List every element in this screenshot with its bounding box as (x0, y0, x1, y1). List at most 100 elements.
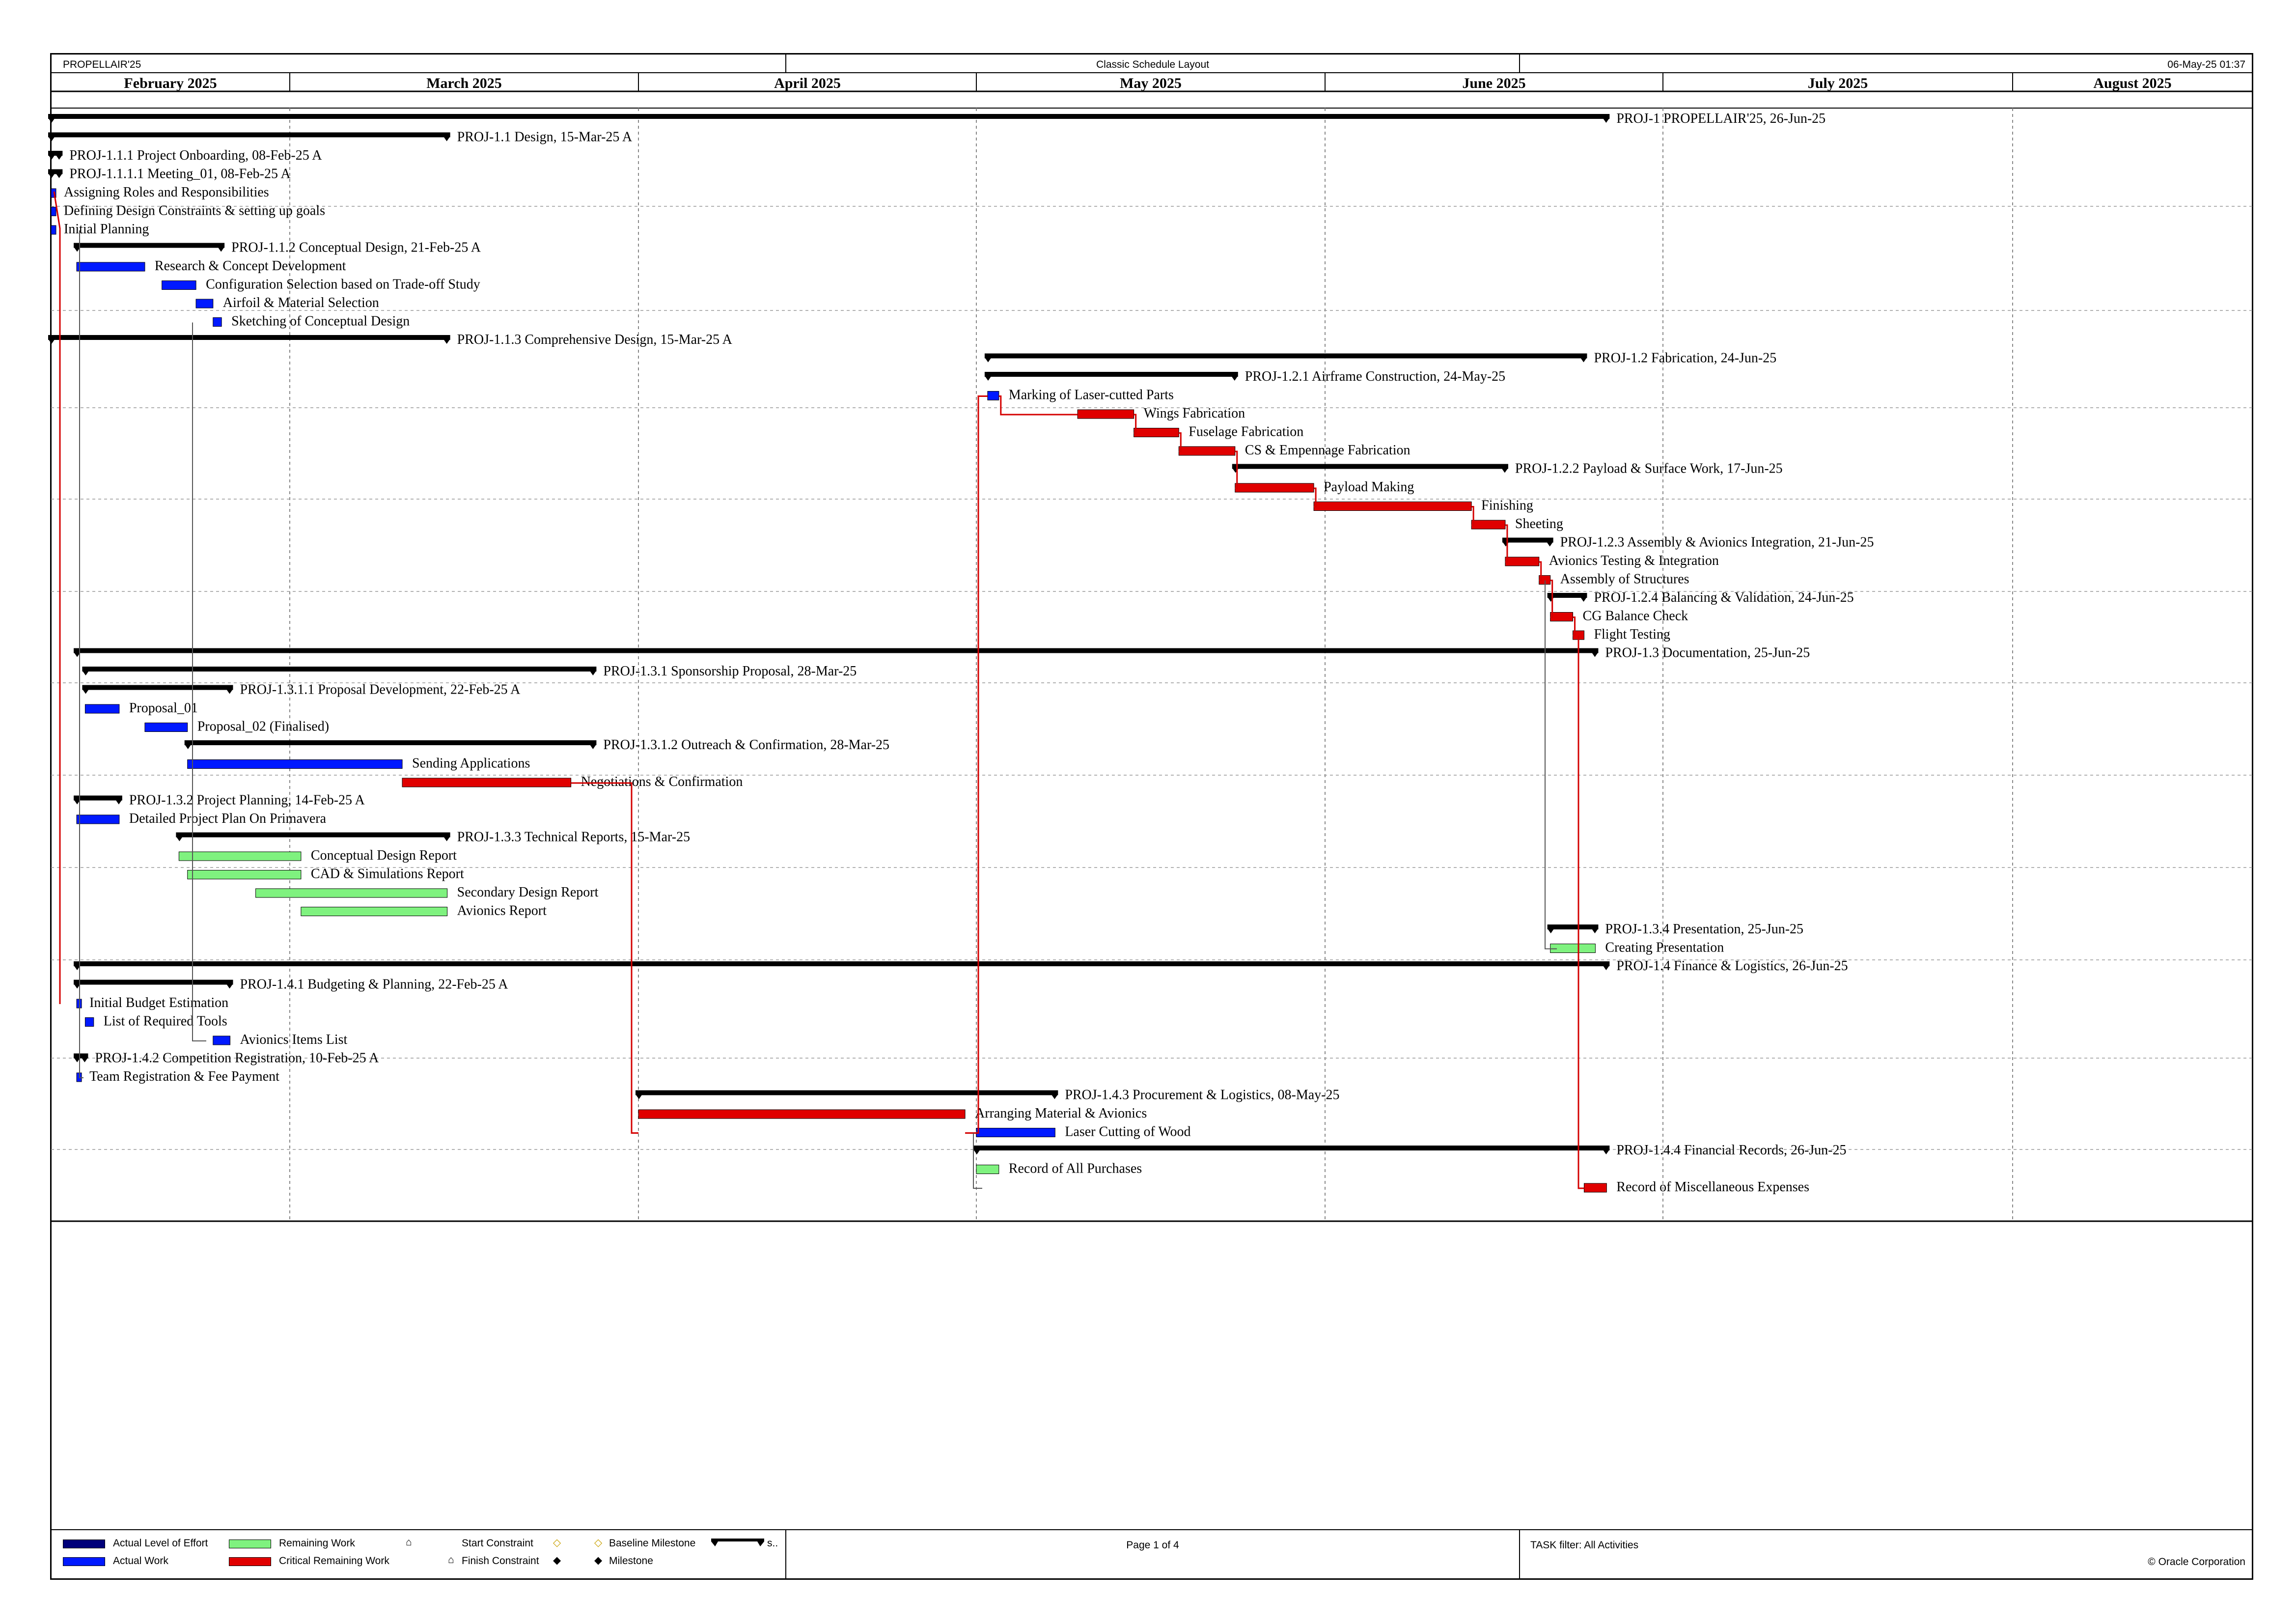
summary-bar (74, 648, 1599, 653)
summary-cap-end (1546, 541, 1553, 547)
summary-cap-start (1502, 541, 1509, 547)
activity-label: PROJ-1.1 Design, 15-Mar-25 A (457, 130, 633, 145)
activity-label: Proposal_02 (Finalised) (197, 719, 329, 734)
summary-cap-start (48, 173, 55, 178)
summary-cap-start (184, 744, 192, 749)
activity-label: Wings Fabrication (1144, 406, 1245, 421)
summary-bar (74, 243, 225, 248)
summary-cap-start (984, 357, 992, 363)
legend-start-constraint: Start Constraint (462, 1538, 533, 1549)
activity-label: Proposal_01 (129, 700, 198, 716)
activity-label: Record of All Purchases (1009, 1161, 1142, 1176)
summary-cap-end (1603, 965, 1610, 970)
dependency-link-long (1577, 636, 1584, 1189)
activity-label: PROJ-1.2 Fabrication, 24-Jun-25 (1594, 351, 1776, 366)
activity-bar (76, 262, 145, 272)
activity-label: CAD & Simulations Report (311, 867, 464, 882)
activity-label: PROJ-1.2.2 Payload & Surface Work, 17-Ju… (1515, 461, 1783, 476)
legend-actual-loe: Actual Level of Effort (113, 1538, 208, 1549)
activity-label: PROJ-1.2.4 Balancing & Validation, 24-Ju… (1594, 590, 1853, 605)
activity-label: PROJ-1 PROPELLAIR'25, 26-Jun-25 (1616, 111, 1826, 126)
activity-label: Defining Design Constraints & setting up… (64, 203, 325, 219)
summary-bar (984, 353, 1587, 359)
summary-cap-end (1603, 1149, 1610, 1154)
activity-bar (987, 391, 999, 400)
legend-swatch-remaining (229, 1540, 271, 1548)
activity-bar (187, 759, 403, 769)
summary-cap-end (443, 836, 450, 841)
activity-bar (1235, 483, 1314, 493)
summary-bar (1232, 464, 1508, 469)
baseline-milestone-icon: ◇ (553, 1537, 561, 1548)
summary-cap-start (48, 118, 55, 123)
summary-bar (184, 740, 597, 745)
dependency-link-grey (79, 230, 83, 1078)
activity-bar (976, 1128, 1055, 1137)
gantt-chart: PROJ-1 PROPELLAIR'25, 26-Jun-25 PROJ-1.1 … (48, 53, 2252, 1580)
activity-label: Payload Making (1324, 479, 1414, 495)
summary-cap-end (55, 173, 63, 178)
activity-label: Initial Budget Estimation (89, 995, 228, 1010)
legend-milestone: Milestone (609, 1555, 653, 1567)
activity-label: PROJ-1.1.3 Comprehensive Design, 15-Mar-… (457, 332, 733, 347)
summary-bar (176, 832, 450, 838)
legend-remaining: Remaining Work (279, 1538, 355, 1549)
activity-bar (1550, 944, 1596, 953)
activity-bar (84, 704, 120, 714)
activity-label: Avionics Items List (240, 1032, 348, 1047)
summary-cap-start (82, 671, 89, 675)
activity-label: Conceptual Design Report (311, 848, 457, 863)
dependency-link-grey (973, 1133, 982, 1189)
task-filter: TASK filter: All Activities (1530, 1540, 1639, 1551)
page-number: Page 1 of 4 (1126, 1540, 1179, 1551)
activity-label: Negotiations & Confirmation (581, 774, 743, 789)
activity-bar (51, 207, 56, 216)
activity-label: Secondary Design Report (457, 885, 599, 900)
summary-cap-start (82, 689, 89, 694)
summary-cap-start (1547, 928, 1554, 933)
activity-label: Configuration Selection based on Trade-o… (206, 277, 480, 292)
summary-cap-end (443, 339, 450, 344)
summary-cap-end (443, 136, 450, 141)
activity-bar (1313, 502, 1472, 511)
summary-cap-end (1591, 652, 1599, 657)
activity-bar (1178, 446, 1236, 456)
activity-bar (51, 225, 56, 235)
summary-bar (1502, 537, 1553, 543)
activity-label: PROJ-1.3.2 Project Planning, 14-Feb-25 A (129, 793, 365, 808)
activity-label: Record of Miscellaneous Expenses (1616, 1179, 1809, 1195)
activity-label: Creating Presentation (1605, 940, 1724, 955)
dependency-link-grey (192, 322, 206, 1041)
activity-label: Laser Cutting of Wood (1065, 1124, 1190, 1140)
summary-cap-end (226, 983, 233, 989)
activity-label: Sending Applications (412, 756, 530, 771)
summary-cap-start (1547, 597, 1554, 602)
activity-label: Assembly of Structures (1560, 572, 1689, 587)
summary-cap-end (589, 671, 597, 675)
summary-cap-start (984, 376, 992, 381)
start-constraint-icon: ⌂ (406, 1537, 412, 1548)
finish-constraint-icon: ⌂ (448, 1554, 454, 1566)
summary-bar (984, 372, 1238, 377)
activity-label: Initial Planning (64, 222, 149, 237)
summary-cap-start (636, 1094, 642, 1099)
activity-label: Detailed Project Plan On Primavera (129, 811, 327, 826)
summary-bar (48, 132, 450, 138)
activity-label: Avionics Report (457, 903, 547, 919)
activity-label: List of Required Tools (104, 1014, 227, 1029)
activity-label: PROJ-1.3.1.2 Outreach & Confirmation, 28… (603, 737, 889, 753)
summary-cap-end (226, 689, 233, 694)
legend-swatch-critical (229, 1557, 271, 1566)
summary-bar (74, 795, 122, 801)
activity-label: Research & Concept Development (155, 258, 346, 274)
activity-label: PROJ-1.1.2 Conceptual Design, 21-Feb-25 … (231, 240, 481, 255)
legend-critical: Critical Remaining Work (279, 1555, 389, 1567)
summary-cap-end (55, 155, 63, 160)
activity-label: PROJ-1.4.2 Competition Registration, 10-… (95, 1051, 379, 1066)
copyright: © Oracle Corporation (2148, 1556, 2245, 1568)
legend-swatch-actual (63, 1557, 105, 1566)
summary-cap-end (1501, 468, 1508, 473)
summary-bar (48, 114, 1610, 119)
dependency-link-grey (1545, 580, 1557, 950)
summary-cap-start (176, 836, 183, 841)
